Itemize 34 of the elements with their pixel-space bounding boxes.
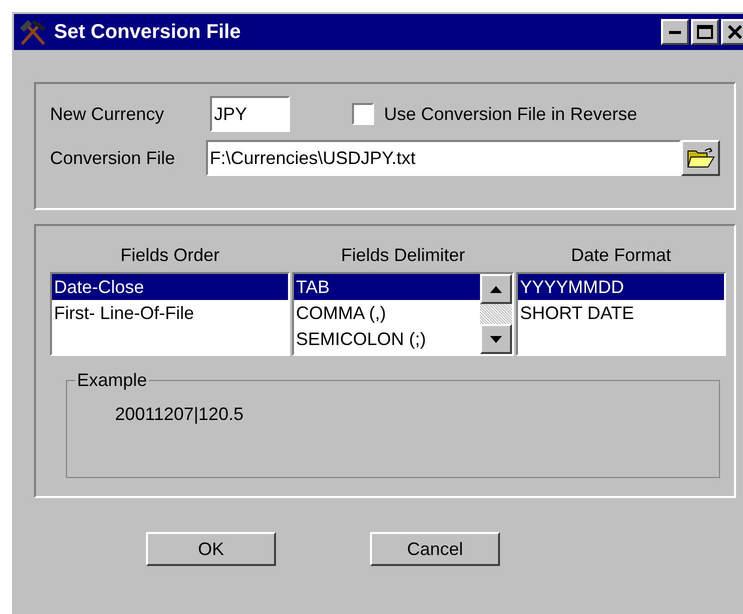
folder-icon	[686, 147, 715, 169]
close-button[interactable]	[721, 19, 743, 45]
dialog-button[interactable]: Cancel	[370, 532, 500, 566]
browse-button[interactable]	[681, 140, 720, 176]
down-arrow-icon	[490, 336, 502, 342]
list-item[interactable]: YYYYMMDD	[518, 274, 724, 300]
list-item[interactable]: SEMICOLON (;)	[294, 326, 480, 352]
close-icon	[728, 25, 742, 39]
list-item[interactable]: TAB	[294, 274, 480, 300]
maximize-button[interactable]	[691, 19, 719, 45]
dialog-button[interactable]: OK	[146, 532, 276, 566]
minimize-icon	[669, 30, 681, 34]
hammer-icon	[18, 18, 48, 46]
checkbox-label: Use Conversion File in Reverse	[384, 102, 638, 126]
maximize-icon	[697, 25, 713, 39]
list-item[interactable]: First- Line-Of-File	[52, 300, 288, 326]
currency-input[interactable]: JPY	[210, 96, 290, 132]
list-item[interactable]: Date-Close	[52, 274, 288, 300]
checkbox[interactable]	[352, 103, 374, 125]
list-item[interactable]: SHORT DATE	[518, 300, 724, 326]
scroll-down-button[interactable]	[480, 324, 512, 354]
up-arrow-icon	[490, 286, 502, 292]
list-heading: Fields Delimiter	[340, 244, 466, 267]
scroll-track	[480, 304, 512, 324]
field-label: Conversion File	[50, 146, 176, 170]
list-heading: Fields Order	[119, 244, 221, 267]
file-path-input[interactable]: F:\Currencies\USDJPY.txt	[206, 140, 682, 176]
minimize-button[interactable]	[661, 19, 689, 45]
list-item[interactable]: COMMA (,)	[294, 300, 480, 326]
window-title: Set Conversion File	[54, 20, 242, 45]
scroll-up-button[interactable]	[480, 274, 512, 304]
example-text: 20011207|120.5	[115, 404, 244, 424]
field-label: New Currency	[50, 102, 166, 126]
list-heading: Date Format	[570, 244, 672, 267]
